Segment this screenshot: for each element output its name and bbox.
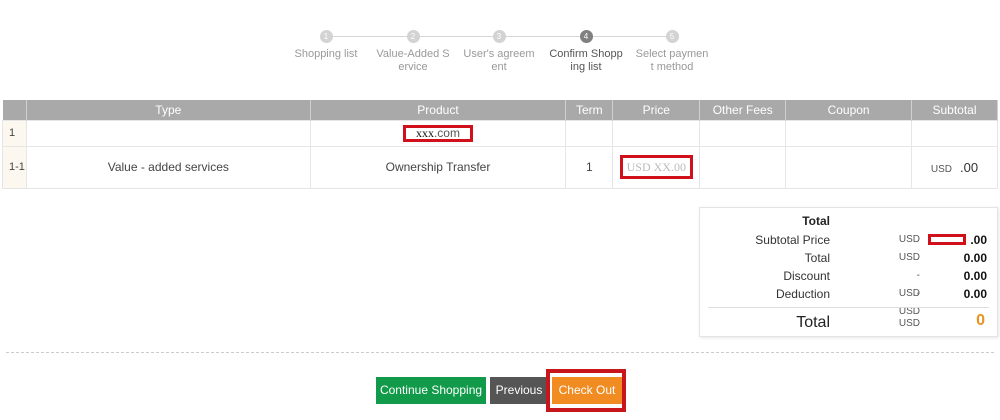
dashed-divider	[6, 352, 994, 353]
domain-mask: xxx	[415, 125, 434, 140]
price-cell: USD XX.00	[612, 145, 701, 189]
summary-divider	[708, 307, 989, 308]
product-cell: Ownership Transfer	[309, 145, 567, 189]
subtotal-value: .00	[960, 159, 979, 175]
column-header-product: Product	[310, 100, 567, 120]
domain-name-highlight: xxx.com	[402, 124, 473, 142]
column-header-term: Term	[565, 100, 614, 120]
column-header-coupon: Coupon	[785, 100, 913, 120]
step-number: 5	[665, 30, 679, 43]
subtotal-cell	[911, 119, 998, 147]
step-confirm-shopping-list: 4 Confirm Shopp ing list	[542, 30, 630, 74]
term-cell: 1	[565, 145, 614, 189]
summary-value: 0.00	[963, 287, 987, 301]
step-label: Confirm Shopp ing list	[549, 48, 623, 73]
coupon-cell	[785, 145, 913, 189]
domain-tld: .com	[433, 125, 460, 140]
step-select-payment-method: 5 Select paymen t method	[628, 30, 716, 74]
table-row: 1 xxx.com	[2, 119, 998, 147]
step-label: User's agreem ent	[463, 48, 535, 73]
step-number: 4	[579, 30, 593, 43]
column-header-price: Price	[612, 100, 701, 120]
summary-value: 0.00	[963, 251, 987, 265]
price-cell	[612, 119, 701, 147]
order-summary: Total Subtotal Price USD .00 Total USD 0…	[699, 207, 998, 337]
table-header-row: Type Product Term Price Other Fees Coupo…	[2, 100, 998, 120]
column-header-index	[2, 100, 27, 120]
continue-shopping-button[interactable]: Continue Shopping	[376, 377, 486, 404]
summary-value: .00	[970, 233, 987, 247]
summary-currency: -USD	[898, 288, 920, 317]
step-label: Select paymen t method	[635, 48, 709, 73]
step-value-added-service: 2 Value-Added S ervice	[369, 30, 457, 74]
row-index: 1-1	[2, 145, 27, 189]
step-number: 3	[492, 30, 506, 43]
summary-row-total: Total USD 0.00	[700, 249, 999, 267]
column-header-other-fees: Other Fees	[699, 100, 787, 120]
other-fees-cell	[699, 119, 787, 147]
summary-label: Discount	[783, 269, 830, 283]
type-cell: Value - added services	[25, 145, 311, 189]
summary-value: 0.00	[963, 269, 987, 283]
summary-currency: USD	[898, 234, 920, 245]
summary-label: Total	[804, 251, 830, 265]
summary-row-deduction: Deduction -USD 0.00	[700, 285, 999, 317]
other-fees-cell	[699, 145, 787, 189]
summary-row-discount: Discount -USD 0.00	[700, 267, 999, 299]
price-highlight: USD XX.00	[619, 155, 693, 179]
subtotal-cell: USD .00	[911, 145, 998, 189]
previous-button[interactable]: Previous	[490, 377, 548, 404]
grand-total-currency: USD	[898, 318, 920, 329]
summary-row-subtotal-price: Subtotal Price USD .00	[700, 231, 999, 249]
step-user-agreement: 3 User's agreem ent	[455, 30, 543, 74]
summary-label: Deduction	[775, 287, 830, 301]
step-label: Value-Added S ervice	[376, 48, 450, 73]
check-out-button[interactable]: Check Out	[552, 377, 622, 404]
summary-currency: USD	[898, 252, 920, 263]
grand-total-label: Total	[796, 314, 830, 331]
shopping-list-table: Type Product Term Price Other Fees Coupo…	[2, 100, 998, 189]
coupon-cell	[785, 119, 913, 147]
progress-steps: 1 Shopping list 2 Value-Added S ervice 3…	[0, 0, 1000, 90]
table-row: 1-1 Value - added services Ownership Tra…	[2, 145, 998, 189]
step-number: 1	[319, 30, 333, 43]
column-header-subtotal: Subtotal	[911, 100, 998, 120]
step-number: 2	[406, 30, 420, 43]
step-shopping-list: 1 Shopping list	[282, 30, 370, 61]
product-cell: xxx.com	[309, 119, 567, 147]
step-label: Shopping list	[294, 48, 358, 60]
summary-title: Total	[802, 214, 830, 228]
row-index: 1	[2, 119, 27, 147]
column-header-type: Type	[26, 100, 311, 120]
summary-label: Subtotal Price	[755, 233, 830, 247]
term-cell	[565, 119, 614, 147]
subtotal-currency: USD	[930, 163, 953, 175]
type-cell	[25, 119, 311, 147]
grand-total-value: 0	[976, 312, 985, 329]
